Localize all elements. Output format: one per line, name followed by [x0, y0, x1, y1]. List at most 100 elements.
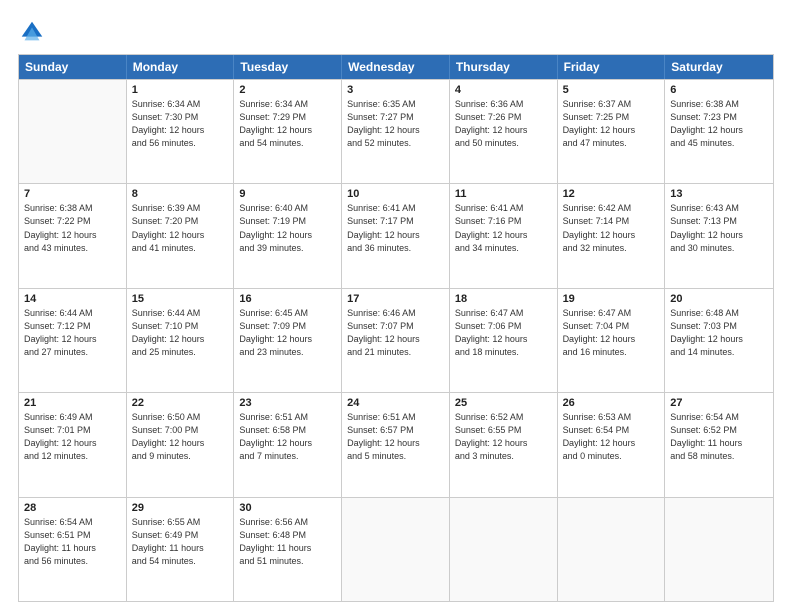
cal-cell: 19 Sunrise: 6:47 AM Sunset: 7:04 PM Dayli… — [558, 289, 666, 392]
cell-info: Sunrise: 6:34 AM Sunset: 7:30 PM Dayligh… — [132, 98, 229, 150]
cell-info: Sunrise: 6:54 AM Sunset: 6:52 PM Dayligh… — [670, 411, 768, 463]
day-number: 23 — [239, 397, 336, 409]
day-number: 17 — [347, 293, 444, 305]
cell-info: Sunrise: 6:47 AM Sunset: 7:06 PM Dayligh… — [455, 307, 552, 359]
day-number: 19 — [563, 293, 660, 305]
cal-cell: 30 Sunrise: 6:56 AM Sunset: 6:48 PM Dayli… — [234, 498, 342, 601]
day-number: 30 — [239, 502, 336, 514]
day-number: 3 — [347, 84, 444, 96]
day-number: 21 — [24, 397, 121, 409]
day-number: 4 — [455, 84, 552, 96]
day-number: 28 — [24, 502, 121, 514]
cell-info: Sunrise: 6:48 AM Sunset: 7:03 PM Dayligh… — [670, 307, 768, 359]
day-number: 11 — [455, 188, 552, 200]
day-number: 6 — [670, 84, 768, 96]
col-header-sunday: Sunday — [19, 55, 127, 79]
cal-cell: 16 Sunrise: 6:45 AM Sunset: 7:09 PM Dayli… — [234, 289, 342, 392]
cell-info: Sunrise: 6:44 AM Sunset: 7:10 PM Dayligh… — [132, 307, 229, 359]
cal-cell: 1 Sunrise: 6:34 AM Sunset: 7:30 PM Daylig… — [127, 80, 235, 183]
week-row-5: 28 Sunrise: 6:54 AM Sunset: 6:51 PM Dayli… — [19, 497, 773, 601]
cal-cell: 13Sunrise: 6:43 AM Sunset: 7:13 PM Dayli… — [665, 184, 773, 287]
col-header-monday: Monday — [127, 55, 235, 79]
cell-info: Sunrise: 6:38 AM Sunset: 7:23 PM Dayligh… — [670, 98, 768, 150]
header — [18, 18, 774, 46]
cal-cell — [558, 498, 666, 601]
cal-cell — [19, 80, 127, 183]
logo — [18, 18, 50, 46]
day-number: 2 — [239, 84, 336, 96]
cell-info: Sunrise: 6:44 AM Sunset: 7:12 PM Dayligh… — [24, 307, 121, 359]
cal-cell: 3 Sunrise: 6:35 AM Sunset: 7:27 PM Daylig… — [342, 80, 450, 183]
col-header-tuesday: Tuesday — [234, 55, 342, 79]
cell-info: Sunrise: 6:38 AM Sunset: 7:22 PM Dayligh… — [24, 202, 121, 254]
day-number: 24 — [347, 397, 444, 409]
day-number: 16 — [239, 293, 336, 305]
cell-info: Sunrise: 6:34 AM Sunset: 7:29 PM Dayligh… — [239, 98, 336, 150]
cell-info: Sunrise: 6:45 AM Sunset: 7:09 PM Dayligh… — [239, 307, 336, 359]
cell-info: Sunrise: 6:52 AM Sunset: 6:55 PM Dayligh… — [455, 411, 552, 463]
cal-cell: 5 Sunrise: 6:37 AM Sunset: 7:25 PM Daylig… — [558, 80, 666, 183]
cal-cell: 24Sunrise: 6:51 AM Sunset: 6:57 PM Dayli… — [342, 393, 450, 496]
day-number: 18 — [455, 293, 552, 305]
cell-info: Sunrise: 6:56 AM Sunset: 6:48 PM Dayligh… — [239, 516, 336, 568]
cal-cell: 14 Sunrise: 6:44 AM Sunset: 7:12 PM Dayli… — [19, 289, 127, 392]
week-row-1: 1 Sunrise: 6:34 AM Sunset: 7:30 PM Daylig… — [19, 79, 773, 183]
cell-info: Sunrise: 6:42 AM Sunset: 7:14 PM Dayligh… — [563, 202, 660, 254]
cell-info: Sunrise: 6:36 AM Sunset: 7:26 PM Dayligh… — [455, 98, 552, 150]
calendar-body: 1 Sunrise: 6:34 AM Sunset: 7:30 PM Daylig… — [19, 79, 773, 601]
day-number: 26 — [563, 397, 660, 409]
cal-cell: 2 Sunrise: 6:34 AM Sunset: 7:29 PM Daylig… — [234, 80, 342, 183]
cal-cell: 7Sunrise: 6:38 AM Sunset: 7:22 PM Daylig… — [19, 184, 127, 287]
cell-info: Sunrise: 6:40 AM Sunset: 7:19 PM Dayligh… — [239, 202, 336, 254]
day-number: 10 — [347, 188, 444, 200]
cell-info: Sunrise: 6:41 AM Sunset: 7:17 PM Dayligh… — [347, 202, 444, 254]
week-row-3: 14 Sunrise: 6:44 AM Sunset: 7:12 PM Dayli… — [19, 288, 773, 392]
cal-cell: 12 Sunrise: 6:42 AM Sunset: 7:14 PM Dayli… — [558, 184, 666, 287]
day-number: 15 — [132, 293, 229, 305]
week-row-4: 21 Sunrise: 6:49 AM Sunset: 7:01 PM Dayli… — [19, 392, 773, 496]
page: SundayMondayTuesdayWednesdayThursdayFrid… — [0, 0, 792, 612]
cal-cell: 21 Sunrise: 6:49 AM Sunset: 7:01 PM Dayli… — [19, 393, 127, 496]
day-number: 29 — [132, 502, 229, 514]
cal-cell: 6 Sunrise: 6:38 AM Sunset: 7:23 PM Daylig… — [665, 80, 773, 183]
cal-cell: 11 Sunrise: 6:41 AM Sunset: 7:16 PM Dayli… — [450, 184, 558, 287]
cell-info: Sunrise: 6:43 AM Sunset: 7:13 PM Dayligh… — [670, 202, 768, 254]
cal-cell: 20 Sunrise: 6:48 AM Sunset: 7:03 PM Dayli… — [665, 289, 773, 392]
cal-cell: 4 Sunrise: 6:36 AM Sunset: 7:26 PM Daylig… — [450, 80, 558, 183]
calendar: SundayMondayTuesdayWednesdayThursdayFrid… — [18, 54, 774, 602]
cal-cell: 17 Sunrise: 6:46 AM Sunset: 7:07 PM Dayli… — [342, 289, 450, 392]
cell-info: Sunrise: 6:46 AM Sunset: 7:07 PM Dayligh… — [347, 307, 444, 359]
cal-cell: 25Sunrise: 6:52 AM Sunset: 6:55 PM Dayli… — [450, 393, 558, 496]
cal-cell: 28 Sunrise: 6:54 AM Sunset: 6:51 PM Dayli… — [19, 498, 127, 601]
calendar-header: SundayMondayTuesdayWednesdayThursdayFrid… — [19, 55, 773, 79]
cell-info: Sunrise: 6:35 AM Sunset: 7:27 PM Dayligh… — [347, 98, 444, 150]
cal-cell — [342, 498, 450, 601]
cal-cell: 26 Sunrise: 6:53 AM Sunset: 6:54 PM Dayli… — [558, 393, 666, 496]
day-number: 22 — [132, 397, 229, 409]
cell-info: Sunrise: 6:50 AM Sunset: 7:00 PM Dayligh… — [132, 411, 229, 463]
cell-info: Sunrise: 6:41 AM Sunset: 7:16 PM Dayligh… — [455, 202, 552, 254]
cell-info: Sunrise: 6:37 AM Sunset: 7:25 PM Dayligh… — [563, 98, 660, 150]
col-header-saturday: Saturday — [665, 55, 773, 79]
cell-info: Sunrise: 6:49 AM Sunset: 7:01 PM Dayligh… — [24, 411, 121, 463]
day-number: 14 — [24, 293, 121, 305]
cell-info: Sunrise: 6:55 AM Sunset: 6:49 PM Dayligh… — [132, 516, 229, 568]
day-number: 12 — [563, 188, 660, 200]
cal-cell: 10 Sunrise: 6:41 AM Sunset: 7:17 PM Dayli… — [342, 184, 450, 287]
cal-cell — [450, 498, 558, 601]
cal-cell: 8Sunrise: 6:39 AM Sunset: 7:20 PM Daylig… — [127, 184, 235, 287]
logo-icon — [18, 18, 46, 46]
cell-info: Sunrise: 6:54 AM Sunset: 6:51 PM Dayligh… — [24, 516, 121, 568]
cal-cell: 29 Sunrise: 6:55 AM Sunset: 6:49 PM Dayli… — [127, 498, 235, 601]
cell-info: Sunrise: 6:47 AM Sunset: 7:04 PM Dayligh… — [563, 307, 660, 359]
cell-info: Sunrise: 6:53 AM Sunset: 6:54 PM Dayligh… — [563, 411, 660, 463]
cal-cell: 9Sunrise: 6:40 AM Sunset: 7:19 PM Daylig… — [234, 184, 342, 287]
cal-cell: 27Sunrise: 6:54 AM Sunset: 6:52 PM Dayli… — [665, 393, 773, 496]
day-number: 1 — [132, 84, 229, 96]
cell-info: Sunrise: 6:39 AM Sunset: 7:20 PM Dayligh… — [132, 202, 229, 254]
cal-cell: 15 Sunrise: 6:44 AM Sunset: 7:10 PM Dayli… — [127, 289, 235, 392]
day-number: 5 — [563, 84, 660, 96]
cal-cell: 18 Sunrise: 6:47 AM Sunset: 7:06 PM Dayli… — [450, 289, 558, 392]
day-number: 20 — [670, 293, 768, 305]
cal-cell: 22 Sunrise: 6:50 AM Sunset: 7:00 PM Dayli… — [127, 393, 235, 496]
